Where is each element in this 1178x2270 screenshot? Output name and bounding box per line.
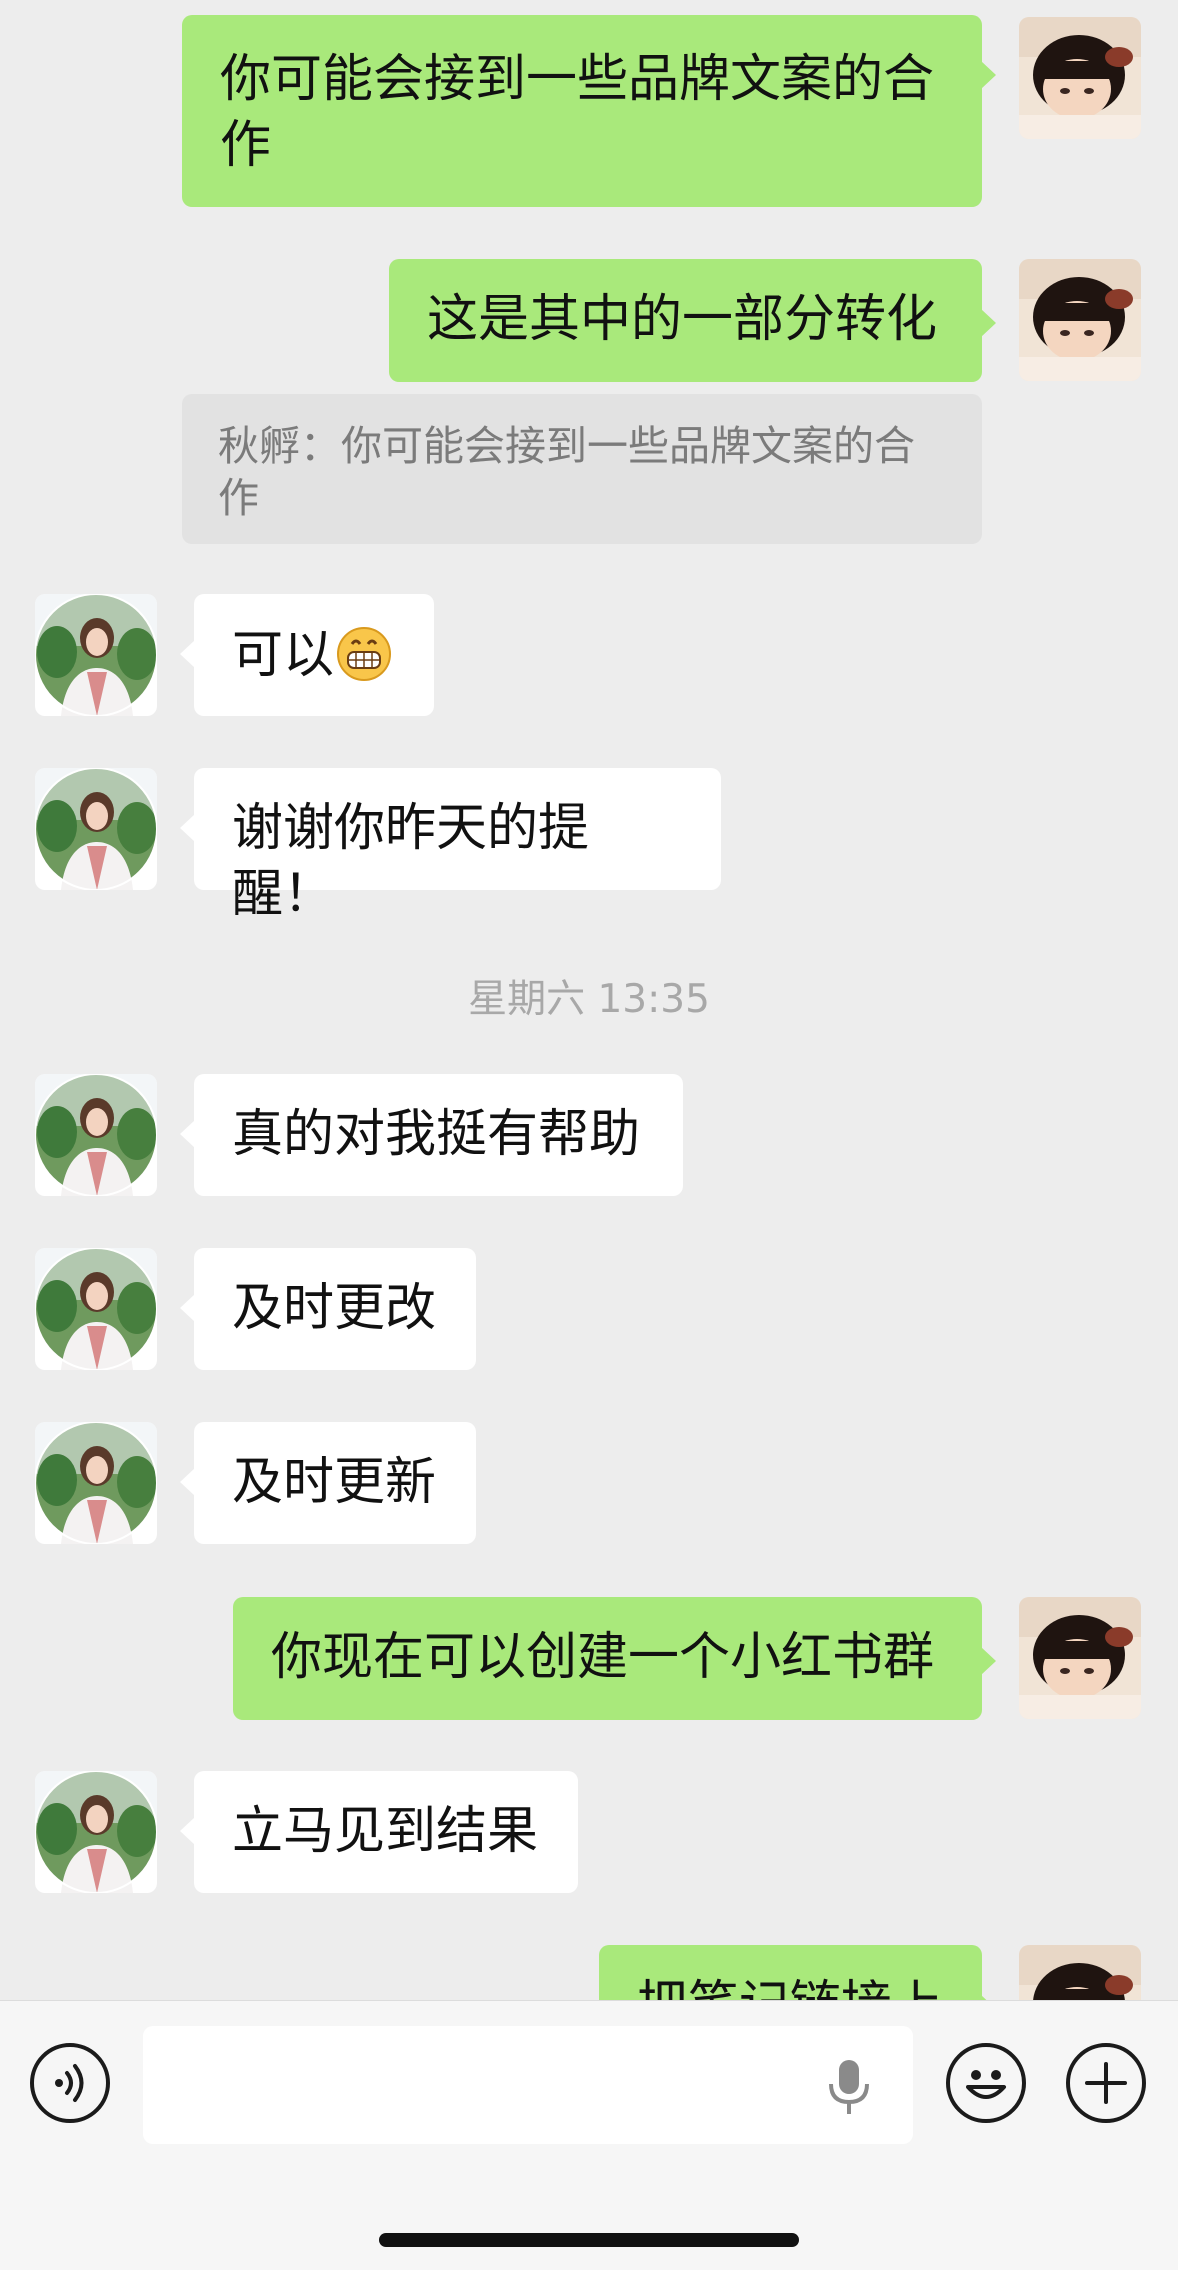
message-text: 及时更新 [232,1453,437,1512]
avatar[interactable] [35,1422,157,1544]
grinning-emoji-icon [337,627,392,681]
emoji-button[interactable] [946,2043,1026,2123]
message-bubble[interactable]: 真的对我挺有帮助 [180,1074,683,1196]
avatar[interactable] [1019,17,1141,139]
message-bubble[interactable]: 可以 [180,594,434,716]
message-bubble[interactable]: 你可能会接到一些品牌文案的合作 [182,15,996,207]
more-options-button[interactable] [1066,2043,1146,2123]
message-bubble[interactable]: 把笔记链接上 [599,1945,996,2000]
message-bubble[interactable]: 谢谢你昨天的提醒！ [180,768,721,924]
avatar[interactable] [35,1771,157,1893]
message-text: 你可能会接到一些品牌文案的合作 [220,50,935,175]
voice-mode-button[interactable] [30,2043,110,2123]
emoji-icon [966,2070,1006,2099]
message-input[interactable] [143,2026,913,2144]
avatar[interactable] [1019,259,1141,381]
avatar[interactable] [35,1074,157,1196]
avatar[interactable] [1019,1597,1141,1719]
message-text: 把笔记链接上 [637,1976,943,2000]
timestamp: 星期六 13:35 [468,977,710,1022]
message-bubble[interactable]: 这是其中的一部分转化 [389,259,996,382]
avatar[interactable] [35,1248,157,1370]
message-bubble[interactable]: 及时更改 [180,1248,476,1370]
chat-input-bar [0,2000,1178,2270]
microphone-icon[interactable] [823,2058,875,2116]
message-text: 你现在可以创建一个小红书群 [271,1628,935,1687]
message-bubble[interactable]: 及时更新 [180,1422,476,1544]
home-indicator[interactable] [379,2233,799,2247]
message-text: 可以 [232,626,335,685]
avatar[interactable] [35,768,157,890]
message-text: 这是其中的一部分转化 [427,290,938,349]
voice-icon [55,2064,84,2102]
message-text: 真的对我挺有帮助 [232,1105,641,1164]
avatar[interactable] [35,594,157,716]
message-bubble[interactable]: 你现在可以创建一个小红书群 [233,1597,996,1720]
message-text: 及时更改 [232,1279,437,1338]
message-text: 谢谢你昨天的提醒！ [232,799,590,924]
quoted-message[interactable]: 秋孵：你可能会接到一些品牌文案的合作 [182,394,982,544]
avatar[interactable] [1019,1945,1141,2000]
message-bubble[interactable]: 立马见到结果 [180,1771,578,1893]
plus-icon [1085,2062,1127,2104]
chat-message-list[interactable]: 你可能会接到一些品牌文案的合作 这是其中的一部分转化 秋孵：你可能会接到一些品牌… [0,0,1178,2000]
message-text: 立马见到结果 [232,1802,539,1861]
quoted-text: 秋孵：你可能会接到一些品牌文案的合作 [218,422,915,522]
